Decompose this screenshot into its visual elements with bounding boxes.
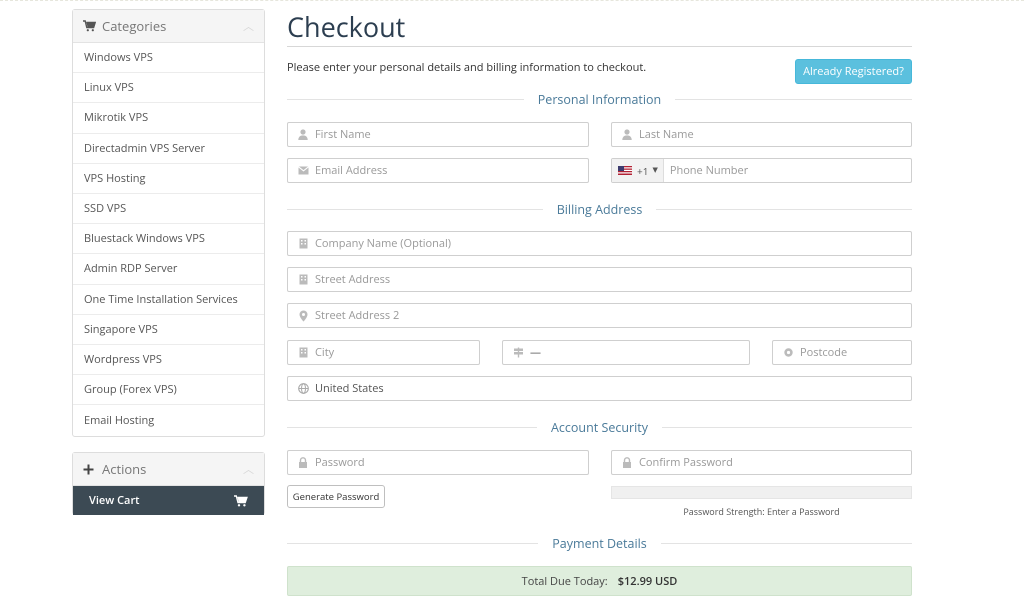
intro-text: Please enter your personal details and b… xyxy=(287,60,647,75)
total-due-amount: $12.99 USD xyxy=(617,573,678,589)
category-item[interactable]: VPS Hosting xyxy=(73,164,264,194)
category-item[interactable]: Singapore VPS xyxy=(73,315,264,345)
view-cart-link[interactable]: View Cart xyxy=(73,486,264,515)
city-placeholder: City xyxy=(315,345,335,360)
actions-panel: Actions ︿ View Cart xyxy=(72,452,265,515)
confirm-password-field[interactable]: Confirm Password xyxy=(611,450,912,475)
postcode-field[interactable]: Postcode xyxy=(772,340,912,365)
categories-list: Windows VPS Linux VPS Mikrotik VPS Directad… xyxy=(73,43,264,435)
email-field[interactable]: Email Address xyxy=(287,158,589,183)
category-item[interactable]: Linux VPS xyxy=(73,73,264,104)
state-select[interactable]: — xyxy=(502,340,750,365)
building-icon xyxy=(297,274,309,286)
payment-details-heading: Payment Details xyxy=(287,534,912,552)
category-item[interactable]: Group (Forex VPS) xyxy=(73,375,264,406)
last-name-placeholder: Last Name xyxy=(639,127,694,142)
cog-icon xyxy=(782,347,794,359)
category-item[interactable]: Admin RDP Server xyxy=(73,254,264,285)
globe-icon xyxy=(297,383,309,395)
personal-info-label: Personal Information xyxy=(537,90,662,108)
category-item[interactable]: Directadmin VPS Server xyxy=(73,134,264,164)
street-address-field[interactable]: Street Address xyxy=(287,267,912,292)
billing-address-label: Billing Address xyxy=(556,200,643,218)
last-name-field[interactable]: Last Name xyxy=(611,122,912,147)
category-item[interactable]: Wordpress VPS xyxy=(73,345,264,376)
category-item[interactable]: SSD VPS xyxy=(73,194,264,225)
password-placeholder: Password xyxy=(315,455,365,470)
company-field[interactable]: Company Name (Optional) xyxy=(287,231,912,256)
chevron-up-icon[interactable]: ︿ xyxy=(243,18,254,34)
personal-info-heading: Personal Information xyxy=(287,90,912,108)
billing-address-heading: Billing Address xyxy=(287,200,912,218)
map-signs-icon xyxy=(512,347,524,359)
already-registered-button[interactable]: Already Registered? xyxy=(795,59,912,84)
building-icon xyxy=(297,347,309,359)
cart-icon xyxy=(234,494,248,507)
page-title: Checkout xyxy=(287,8,406,45)
top-divider xyxy=(0,0,1024,3)
map-marker-icon xyxy=(297,310,309,322)
street-address-2-field[interactable]: Street Address 2 xyxy=(287,303,912,328)
postcode-placeholder: Postcode xyxy=(800,345,848,360)
caret-down-icon: ▼ xyxy=(652,166,658,175)
plus-icon xyxy=(83,464,97,475)
total-due-label: Total Due Today: xyxy=(521,573,608,589)
street-address-placeholder: Street Address xyxy=(315,272,391,287)
actions-header[interactable]: Actions ︿ xyxy=(73,453,264,486)
account-security-label: Account Security xyxy=(551,418,648,436)
lock-icon xyxy=(297,457,309,469)
email-placeholder: Email Address xyxy=(315,163,388,178)
payment-details-label: Payment Details xyxy=(552,534,647,552)
state-value: — xyxy=(530,345,541,360)
phone-field[interactable]: +1 ▼ Phone Number xyxy=(611,158,912,183)
categories-panel: Categories ︿ Windows VPS Linux VPS Mikroti… xyxy=(72,9,265,437)
chevron-up-icon[interactable]: ︿ xyxy=(243,461,254,477)
phone-placeholder: Phone Number xyxy=(669,163,749,178)
total-due-box: Total Due Today: $12.99 USD xyxy=(287,566,912,596)
us-flag-icon xyxy=(618,166,632,175)
first-name-placeholder: First Name xyxy=(315,127,371,142)
city-field[interactable]: City xyxy=(287,340,480,365)
title-divider xyxy=(287,46,912,47)
first-name-field[interactable]: First Name xyxy=(287,122,589,147)
category-item[interactable]: Mikrotik VPS xyxy=(73,103,264,134)
actions-title: Actions xyxy=(102,460,147,478)
country-code-selector[interactable]: +1 ▼ xyxy=(612,159,664,182)
category-item[interactable]: One Time Installation Services xyxy=(73,285,264,315)
password-strength-text: Password Strength: Enter a Password xyxy=(683,505,840,518)
password-strength-bar xyxy=(611,486,912,499)
user-icon xyxy=(621,129,633,141)
category-item[interactable]: Bluestack Windows VPS xyxy=(73,224,264,255)
building-icon xyxy=(297,238,309,250)
categories-title: Categories xyxy=(102,17,167,35)
view-cart-label: View Cart xyxy=(89,493,140,508)
generate-password-button[interactable]: Generate Password xyxy=(287,485,385,508)
company-placeholder: Company Name (Optional) xyxy=(315,236,452,251)
country-value: United States xyxy=(315,381,384,396)
country-select[interactable]: United States xyxy=(287,376,912,401)
categories-header[interactable]: Categories ︿ xyxy=(73,10,264,43)
account-security-heading: Account Security xyxy=(287,418,912,436)
confirm-password-placeholder: Confirm Password xyxy=(639,455,733,470)
envelope-icon xyxy=(297,165,309,177)
user-icon xyxy=(297,129,309,141)
category-item[interactable]: Email Hosting xyxy=(73,405,264,435)
password-field[interactable]: Password xyxy=(287,450,589,475)
lock-icon xyxy=(621,457,633,469)
street-address-2-placeholder: Street Address 2 xyxy=(315,308,400,323)
category-item[interactable]: Windows VPS xyxy=(73,43,264,74)
phone-code: +1 xyxy=(637,163,649,178)
shopping-cart-icon xyxy=(83,20,97,32)
